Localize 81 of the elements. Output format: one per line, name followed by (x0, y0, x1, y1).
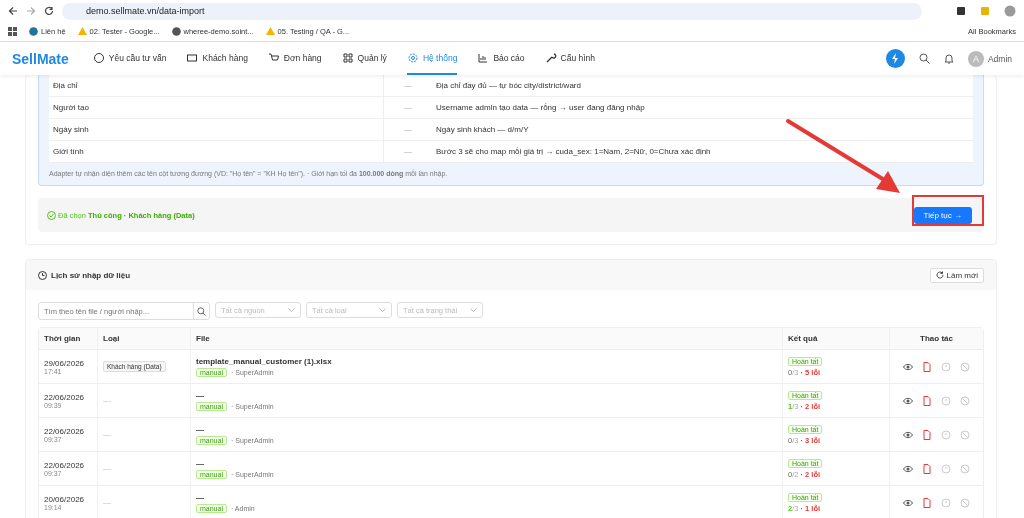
field-description: Địa chỉ đầy đủ — tự bóc city/district/ward (435, 81, 582, 90)
date-text: 29/06/2026 (44, 358, 86, 368)
chevron-down-icon (379, 307, 386, 313)
drive-icon (265, 27, 275, 36)
eye-icon[interactable] (903, 395, 913, 406)
field-description: Bước 3 sẽ cho map mỗi giá trị → cuda_sex: 1=Nam, 2=Nữ, 0=Chưa xác định (435, 147, 712, 156)
eye-icon[interactable] (903, 463, 913, 474)
cart-icon (267, 51, 280, 64)
history-title: Lịch sử nhập dữ liệu (51, 270, 131, 280)
highlight-box (912, 195, 984, 226)
back-icon[interactable] (8, 6, 18, 16)
document-icon[interactable] (922, 361, 932, 372)
search-icon[interactable] (197, 306, 206, 316)
reload-icon[interactable] (44, 6, 54, 16)
chevron-down-icon (470, 307, 477, 313)
file-name: — (196, 424, 205, 434)
sample-value: — (403, 81, 413, 90)
drive-icon (77, 27, 87, 36)
search-icon[interactable] (918, 53, 930, 64)
nav-item[interactable]: Quản lý (341, 42, 387, 75)
nav-item[interactable]: Báo cáo (477, 42, 525, 75)
field-name: Người tạo (49, 97, 384, 118)
file-name: — (196, 492, 205, 502)
wrench-icon (544, 51, 557, 64)
nav-item[interactable]: Đơn hàng (267, 42, 322, 75)
date-text: 22/06/2026 (44, 426, 86, 436)
field-name: Ngày sinh (49, 119, 384, 140)
wordpress-icon (29, 27, 38, 36)
apps-grid-icon[interactable] (8, 27, 17, 36)
chevron-down-icon (288, 307, 295, 313)
empty-value: — (103, 498, 112, 507)
document-icon[interactable] (922, 395, 932, 406)
field-description: Username admin tạo data — rỗng → user đang đăng nhập (435, 103, 646, 112)
eye-icon[interactable] (903, 361, 913, 372)
sample-value: — (403, 147, 413, 156)
nav-item[interactable]: Khách hàng (186, 42, 248, 75)
app-logo[interactable]: SellMate (12, 50, 69, 67)
nav-item[interactable]: Yêu cầu tư vấn (92, 42, 167, 75)
user-name[interactable]: Admin (987, 53, 1012, 64)
file-name: template_manual_customer (1).xlsx (196, 356, 333, 366)
file-name: — (196, 458, 205, 468)
eye-icon[interactable] (903, 429, 913, 440)
column-header: Kết quả (783, 328, 890, 349)
empty-value: — (103, 430, 112, 439)
check-circle-icon (47, 210, 56, 220)
globe-icon (171, 27, 181, 36)
address-bar[interactable]: demo.sellmate.vn/data-import (62, 2, 922, 20)
refresh-icon (936, 270, 945, 279)
grid-icon (341, 51, 354, 64)
bell-icon[interactable] (943, 53, 954, 64)
sample-value: — (403, 103, 413, 112)
refresh-button[interactable]: Làm mới (930, 267, 984, 283)
history-clock-icon (38, 270, 47, 280)
chat-icon (92, 51, 105, 64)
column-header: File (191, 328, 783, 349)
column-header: Thao tác (919, 333, 954, 345)
date-text: 22/06/2026 (44, 392, 86, 402)
document-icon[interactable] (922, 429, 932, 440)
sample-value: — (403, 125, 413, 134)
eye-icon[interactable] (903, 497, 913, 508)
file-name: — (196, 390, 205, 400)
settings-icon (406, 51, 419, 64)
document-icon[interactable] (922, 497, 932, 508)
date-text: 20/06/2026 (44, 494, 86, 504)
field-description: Ngày sinh khách — d/m/Y (435, 125, 530, 134)
column-header: Loại (98, 328, 191, 349)
nav-item[interactable]: Cấu hình (544, 42, 596, 75)
avatar-icon[interactable] (1004, 5, 1016, 17)
empty-value: — (103, 396, 112, 405)
empty-value: — (103, 464, 112, 473)
continue-button[interactable]: Tiếp tục → (913, 206, 972, 224)
document-icon[interactable] (922, 463, 932, 474)
card-icon (186, 51, 199, 64)
lightning-button-icon[interactable] (885, 49, 905, 68)
field-name: Giới tính (49, 141, 384, 162)
field-name: Địa chỉ (49, 75, 384, 96)
column-header: Thời gian (39, 328, 98, 349)
extension-icon[interactable] (956, 6, 966, 16)
date-text: 22/06/2026 (44, 460, 86, 470)
url-text: demo.sellmate.vn/data-import (86, 6, 205, 16)
chart-icon (477, 51, 490, 64)
